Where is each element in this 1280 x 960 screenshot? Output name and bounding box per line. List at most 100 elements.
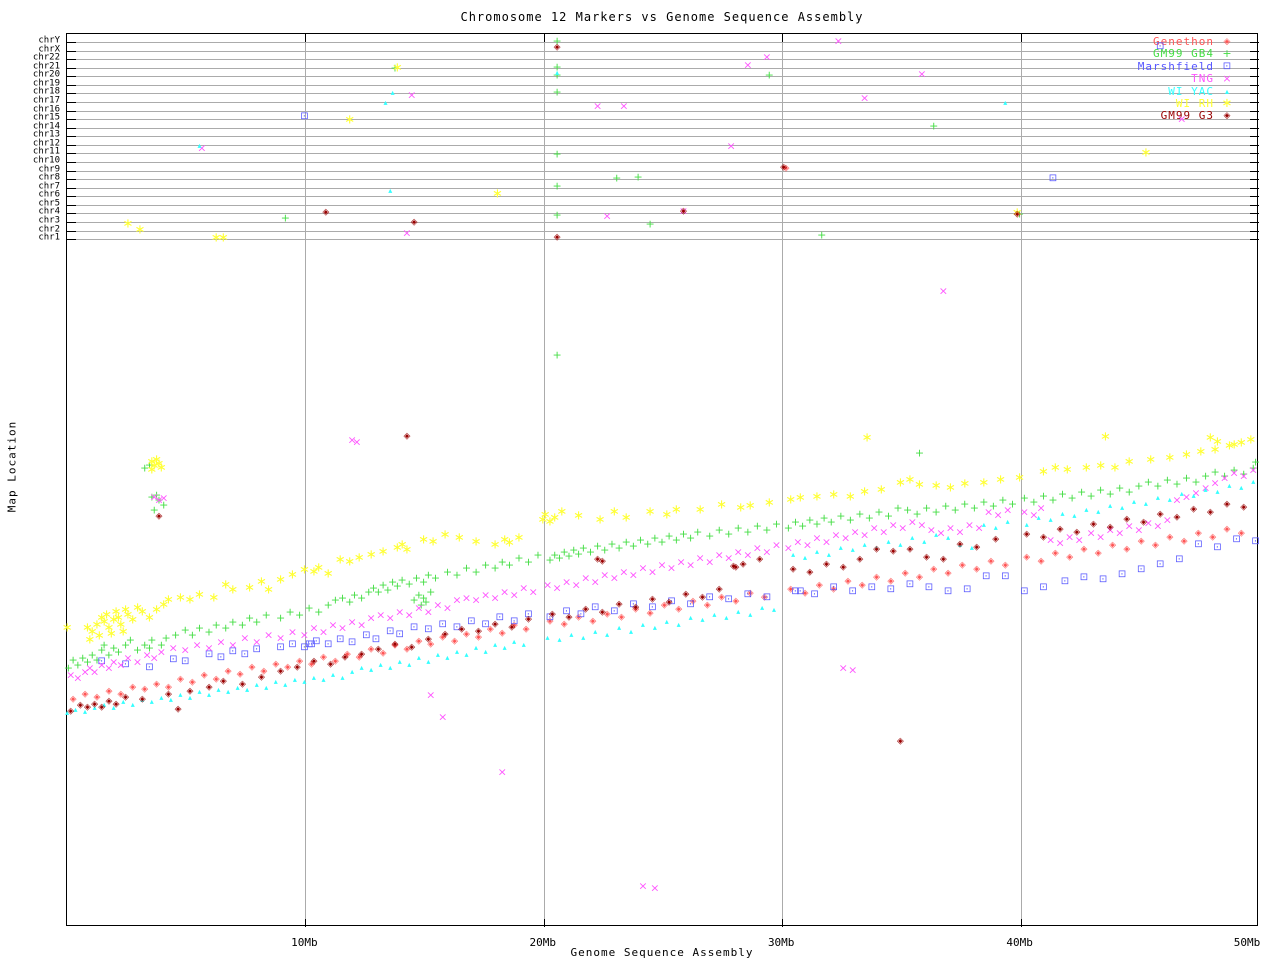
x-axis-label: Genome Sequence Assembly bbox=[66, 946, 1258, 959]
x-tick-label: 10Mb bbox=[291, 936, 318, 949]
tick-right bbox=[1250, 93, 1259, 94]
chromosome-row-line bbox=[67, 222, 1257, 223]
legend-symbol-marshfield: ⊡ bbox=[1214, 61, 1240, 73]
tick-left bbox=[67, 128, 76, 129]
tick-left bbox=[67, 119, 76, 120]
legend-row-gm99-g3: GM99 G3◈ bbox=[1082, 110, 1240, 122]
y-axis-label: Map Location bbox=[6, 397, 19, 537]
chromosome-row-line bbox=[67, 102, 1257, 103]
tick-right bbox=[1250, 162, 1259, 163]
tick-bottom bbox=[782, 919, 783, 927]
legend-symbol-genethon: ◈ bbox=[1214, 36, 1240, 48]
chromosome-row-line bbox=[67, 188, 1257, 189]
tick-left bbox=[67, 102, 76, 103]
tick-left bbox=[67, 76, 76, 77]
tick-right bbox=[1250, 42, 1259, 43]
legend-row-gm99-gb4: GM99 GB4+ bbox=[1082, 48, 1240, 60]
chromosome-row-line bbox=[67, 145, 1257, 146]
tick-right bbox=[1250, 239, 1259, 240]
tick-bottom bbox=[305, 919, 306, 927]
chromosome-row-line bbox=[67, 196, 1257, 197]
chromosome-row-line bbox=[67, 213, 1257, 214]
chromosome-row-line bbox=[67, 179, 1257, 180]
chromosome-row-line bbox=[67, 136, 1257, 137]
tick-left bbox=[67, 213, 76, 214]
tick-right bbox=[1250, 85, 1259, 86]
legend-label: WI YAC bbox=[1082, 86, 1214, 98]
legend-label: Genethon bbox=[1082, 36, 1214, 48]
chromosome-row-line bbox=[67, 239, 1257, 240]
tick-bottom bbox=[1021, 919, 1022, 927]
tick-left bbox=[67, 205, 76, 206]
legend-symbol-gm99-g3: ◈ bbox=[1214, 110, 1240, 122]
tick-right bbox=[1250, 136, 1259, 137]
chromosome-row-line bbox=[67, 51, 1257, 52]
legend-label: GM99 GB4 bbox=[1082, 48, 1214, 60]
x-gridline bbox=[782, 34, 783, 925]
x-tick-label: 20Mb bbox=[530, 936, 557, 949]
x-gridline bbox=[544, 34, 545, 925]
chart-title: Chromosome 12 Markers vs Genome Sequence… bbox=[66, 10, 1258, 24]
tick-left bbox=[67, 239, 76, 240]
tick-left bbox=[67, 188, 76, 189]
tick-left bbox=[67, 162, 76, 163]
x-gridline bbox=[305, 34, 306, 925]
tick-top bbox=[782, 34, 783, 42]
legend-row-genethon: Genethon◈ bbox=[1082, 36, 1240, 48]
tick-left bbox=[67, 85, 76, 86]
legend-symbol-gm99-gb4: + bbox=[1214, 48, 1240, 60]
tick-right bbox=[1250, 76, 1259, 77]
chromosome-row-line bbox=[67, 59, 1257, 60]
tick-right bbox=[1250, 179, 1259, 180]
legend-label: TNG bbox=[1082, 73, 1214, 85]
tick-left bbox=[67, 42, 76, 43]
tick-left bbox=[67, 153, 76, 154]
tick-bottom bbox=[544, 919, 545, 927]
chromosome-row-line bbox=[67, 111, 1257, 112]
chart-canvas: Chromosome 12 Markers vs Genome Sequence… bbox=[0, 0, 1280, 960]
tick-left bbox=[67, 222, 76, 223]
tick-right bbox=[1250, 171, 1259, 172]
legend-row-wi-rh: WI RH∗ bbox=[1082, 98, 1240, 110]
tick-left bbox=[67, 68, 76, 69]
legend-label: WI RH bbox=[1082, 98, 1214, 110]
x-gridline bbox=[1021, 34, 1022, 925]
chromosome-row-line bbox=[67, 205, 1257, 206]
chromosome-row-line bbox=[67, 162, 1257, 163]
tick-left bbox=[67, 179, 76, 180]
tick-right bbox=[1250, 153, 1259, 154]
legend-row-wi-yac: WI YAC▴ bbox=[1082, 86, 1240, 98]
tick-top bbox=[305, 34, 306, 42]
legend-symbol-wi-rh: ∗ bbox=[1214, 98, 1240, 110]
tick-right bbox=[1250, 68, 1259, 69]
tick-left bbox=[67, 51, 76, 52]
chromosome-row-line bbox=[67, 93, 1257, 94]
legend-row-tng: TNG× bbox=[1082, 73, 1240, 85]
chromosome-row-line bbox=[67, 42, 1257, 43]
chromosome-row-line bbox=[67, 171, 1257, 172]
tick-right bbox=[1250, 102, 1259, 103]
legend-label: GM99 G3 bbox=[1082, 110, 1214, 122]
tick-left bbox=[67, 136, 76, 137]
tick-right bbox=[1250, 196, 1259, 197]
tick-left bbox=[67, 231, 76, 232]
tick-top bbox=[544, 34, 545, 42]
tick-right bbox=[1250, 205, 1259, 206]
tick-left bbox=[67, 93, 76, 94]
tick-left bbox=[67, 111, 76, 112]
tick-top bbox=[1021, 34, 1022, 42]
tick-left bbox=[67, 145, 76, 146]
tick-right bbox=[1250, 145, 1259, 146]
tick-left bbox=[67, 171, 76, 172]
x-tick-label: 40Mb bbox=[1006, 936, 1033, 949]
chromosome-row-line bbox=[67, 231, 1257, 232]
tick-right bbox=[1250, 111, 1259, 112]
legend-row-marshfield: Marshfield⊡ bbox=[1082, 61, 1240, 73]
tick-right bbox=[1250, 222, 1259, 223]
tick-right bbox=[1250, 231, 1259, 232]
x-tick-label: 30Mb bbox=[768, 936, 795, 949]
x-tick-label: 50Mb bbox=[1234, 936, 1261, 949]
tick-left bbox=[67, 196, 76, 197]
tick-right bbox=[1250, 59, 1259, 60]
legend-label: Marshfield bbox=[1082, 61, 1214, 73]
